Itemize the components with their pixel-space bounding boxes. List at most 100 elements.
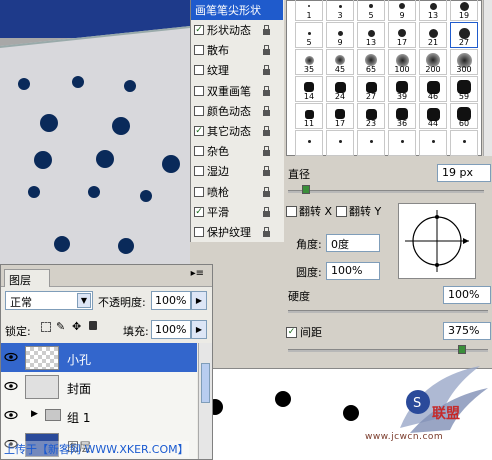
brush-tip-cell[interactable]: 9 <box>388 0 416 21</box>
brush-tip-cell[interactable]: 100 <box>388 49 416 75</box>
layer-row[interactable]: ▶ 组 1 <box>1 401 197 431</box>
fill-arrow-icon[interactable]: ▶ <box>191 320 207 339</box>
brush-tip-cell[interactable]: 59 <box>450 76 478 102</box>
brush-tip-cell[interactable]: 19 <box>450 0 478 21</box>
brush-setting-item[interactable]: 纹理 <box>191 60 283 80</box>
document-canvas[interactable] <box>0 0 190 270</box>
brush-setting-checkbox[interactable]: ✓ <box>194 25 204 35</box>
brush-setting-checkbox[interactable] <box>194 146 204 157</box>
brush-tip-cell[interactable]: 23 <box>357 103 385 129</box>
brush-tip-cell[interactable]: 36 <box>388 103 416 129</box>
brush-tip-cell[interactable]: 44 <box>419 103 447 129</box>
expand-arrow-icon[interactable]: ▶ <box>31 409 38 419</box>
lock-icon[interactable] <box>262 85 271 96</box>
brush-setting-item[interactable]: 散布 <box>191 40 283 60</box>
brush-setting-checkbox[interactable] <box>194 186 204 197</box>
lock-icon[interactable] <box>262 227 271 237</box>
brush-tip-cell[interactable]: 27 <box>357 76 385 102</box>
brush-setting-item[interactable]: 杂色 <box>191 141 283 161</box>
lock-all-icon[interactable] <box>89 321 97 330</box>
brush-tip-cell[interactable]: 35 <box>295 49 323 75</box>
flip-x-checkbox[interactable] <box>286 205 297 217</box>
spacing-field[interactable]: 375% <box>443 322 491 340</box>
brush-tip-cell[interactable]: 39 <box>388 76 416 102</box>
brush-tip-cell[interactable]: 13 <box>357 22 385 48</box>
lock-icon[interactable] <box>262 206 271 217</box>
brush-tip-cell[interactable]: 13 <box>419 0 447 21</box>
brush-tip-cell[interactable] <box>326 130 354 156</box>
brush-tips-scrollbar[interactable] <box>483 0 492 156</box>
move-lock-icon[interactable]: ✥ <box>72 320 81 333</box>
roundness-field[interactable]: 100% <box>326 262 380 280</box>
brush-setting-checkbox[interactable] <box>194 166 204 177</box>
brush-setting-checkbox[interactable]: ✓ <box>194 206 204 217</box>
fill-field[interactable]: 100% <box>151 320 191 339</box>
brush-tip-shape-item[interactable]: 画笔笔尖形状 <box>191 0 283 20</box>
brush-tip-cell[interactable]: 46 <box>419 76 447 102</box>
angle-field[interactable]: 0度 <box>326 234 380 252</box>
brush-setting-item[interactable]: ✓ 平滑 <box>191 202 283 222</box>
lock-icon[interactable] <box>262 146 271 157</box>
brush-tip-cell[interactable]: 14 <box>295 76 323 102</box>
diameter-slider-handle[interactable] <box>302 185 310 194</box>
brush-setting-item[interactable]: 颜色动态 <box>191 101 283 121</box>
brush-tip-cell[interactable] <box>295 130 323 156</box>
hardness-field[interactable]: 100% <box>443 286 491 304</box>
angle-roundness-preview[interactable] <box>398 203 476 279</box>
lock-transparent-icon[interactable] <box>41 322 51 332</box>
panel-menu-icon[interactable]: ▸≡ <box>191 268 204 279</box>
brush-tip-cell[interactable]: 300 <box>450 49 478 75</box>
brush-tip-cell[interactable]: 24 <box>326 76 354 102</box>
spacing-slider-handle[interactable] <box>458 345 466 354</box>
brush-setting-checkbox[interactable] <box>194 85 204 96</box>
lock-icon[interactable] <box>262 166 271 177</box>
eye-icon[interactable] <box>4 351 18 363</box>
eye-icon[interactable] <box>4 380 18 392</box>
brush-tip-cell[interactable] <box>388 130 416 156</box>
diameter-slider-track[interactable] <box>288 190 484 193</box>
lock-icon[interactable] <box>262 65 271 76</box>
lock-icon[interactable] <box>262 126 271 136</box>
brush-tip-cell[interactable]: 60 <box>450 103 478 129</box>
opacity-arrow-icon[interactable]: ▶ <box>191 291 207 310</box>
chevron-down-icon[interactable]: ▼ <box>77 293 91 308</box>
brush-tip-cell[interactable]: 65 <box>357 49 385 75</box>
flip-y-toggle[interactable]: 翻转 Y <box>336 203 381 219</box>
brush-tip-cell[interactable]: 27 <box>450 22 478 48</box>
brush-tip-cell[interactable]: 45 <box>326 49 354 75</box>
brush-setting-item[interactable]: 保护纹理 <box>191 222 283 242</box>
brush-setting-checkbox[interactable] <box>194 45 204 56</box>
brush-tip-cell[interactable]: 5 <box>357 0 385 21</box>
brush-setting-item[interactable]: 喷枪 <box>191 182 283 202</box>
brush-tip-cell[interactable] <box>450 130 478 156</box>
brush-tip-cell[interactable] <box>419 130 447 156</box>
lock-icon[interactable] <box>262 45 271 56</box>
brush-setting-checkbox[interactable]: ✓ <box>194 126 204 136</box>
eye-icon[interactable] <box>4 409 18 421</box>
layer-row[interactable]: 封面 <box>1 372 197 402</box>
diameter-field[interactable]: 19 px <box>437 164 491 182</box>
spacing-toggle[interactable]: ✓ 间距 <box>286 324 322 340</box>
layer-row[interactable]: 小孔 <box>1 343 197 373</box>
brush-tip-cell[interactable]: 9 <box>326 22 354 48</box>
brush-lock-icon[interactable]: ✎ <box>56 320 65 333</box>
blend-mode-select[interactable]: 正常 ▼ <box>5 291 93 310</box>
flip-y-checkbox[interactable] <box>336 205 347 217</box>
brush-tip-cell[interactable]: 3 <box>326 0 354 21</box>
flip-x-toggle[interactable]: 翻转 X <box>286 203 332 219</box>
layers-scrollbar-thumb[interactable] <box>201 363 210 403</box>
brush-setting-item[interactable]: 双重画笔 <box>191 81 283 101</box>
brush-tip-cell[interactable]: 17 <box>388 22 416 48</box>
hardness-slider-track[interactable] <box>288 310 488 313</box>
opacity-field[interactable]: 100% <box>151 291 191 310</box>
brush-setting-checkbox[interactable] <box>194 65 204 76</box>
spacing-checkbox[interactable]: ✓ <box>286 326 297 338</box>
brush-setting-item[interactable]: ✓ 其它动态 <box>191 121 283 141</box>
brush-tip-cell[interactable]: 5 <box>295 22 323 48</box>
brush-setting-checkbox[interactable] <box>194 227 204 237</box>
brush-setting-item[interactable]: ✓ 形状动态 <box>191 20 283 40</box>
lock-icon[interactable] <box>262 105 271 116</box>
brush-tip-cell[interactable] <box>357 130 385 156</box>
brush-tip-cell[interactable]: 200 <box>419 49 447 75</box>
brush-tip-cell[interactable]: 17 <box>326 103 354 129</box>
